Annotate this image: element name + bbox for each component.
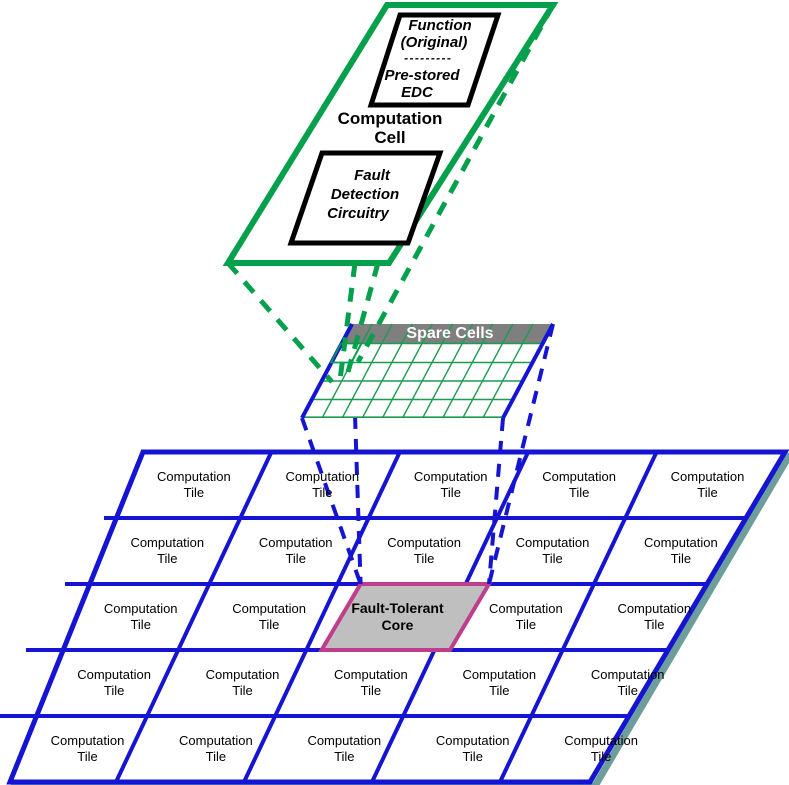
diagram-vector-layer — [0, 1, 789, 785]
tile-array-group — [0, 449, 789, 785]
connector-green-1 — [226, 261, 334, 384]
computation-cell-group[interactable] — [222, 1, 559, 266]
diagram-canvas: Computation Cell Function (Original) - -… — [0, 0, 789, 785]
